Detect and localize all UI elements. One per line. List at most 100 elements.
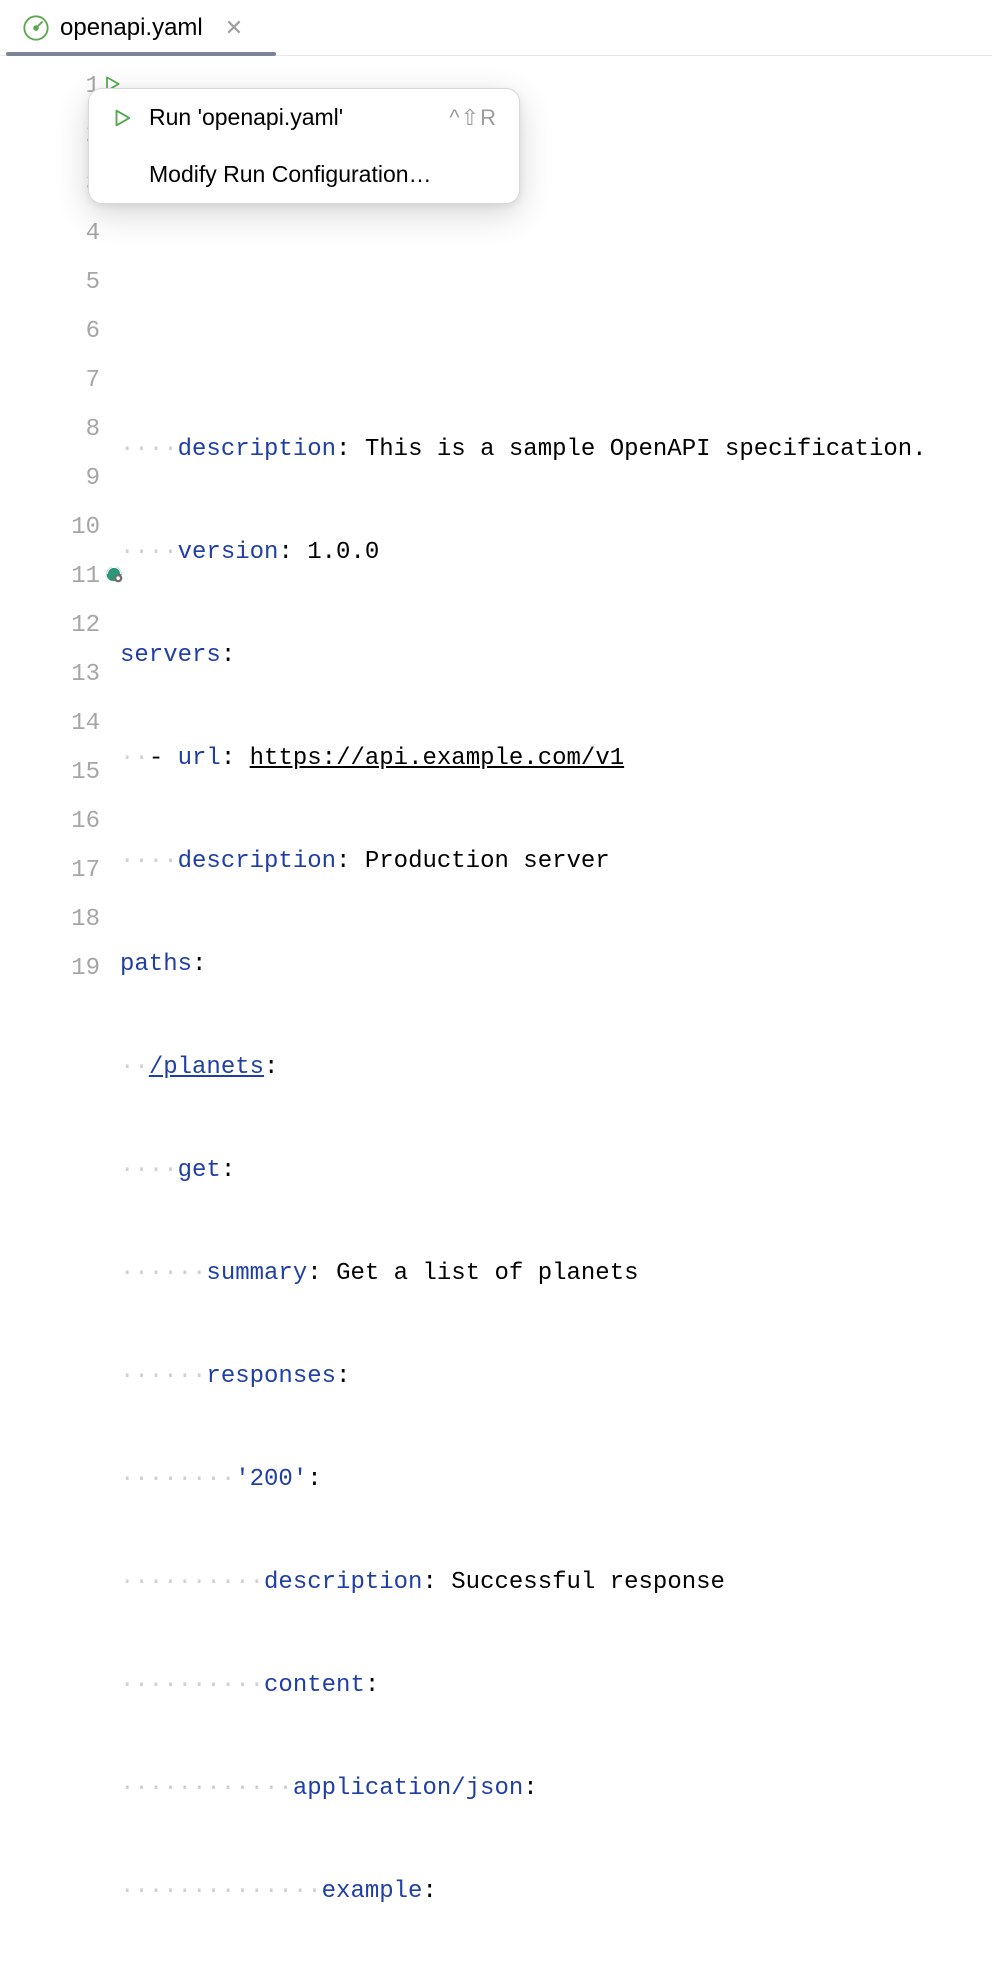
indent-dots: ···· — [120, 436, 178, 463]
yaml-key: get — [178, 1157, 221, 1184]
gutter-row[interactable]: 19 — [0, 944, 120, 993]
tab-openapi[interactable]: openapi.yaml ✕ — [6, 1, 259, 55]
code-line: ······responses: — [120, 1352, 992, 1401]
line-number: 8 — [56, 416, 100, 443]
gutter-row[interactable]: 13 — [0, 650, 120, 699]
code-line: ······summary: Get a list of planets — [120, 1249, 992, 1298]
gutter-row[interactable]: 15 — [0, 748, 120, 797]
indent-dots: ·· — [120, 1054, 149, 1081]
code-line: ··············example: — [120, 1867, 992, 1916]
line-number: 12 — [56, 612, 100, 639]
yaml-value: This is a sample OpenAPI specification. — [365, 436, 927, 463]
line-number: 15 — [56, 759, 100, 786]
menu-item-label: Run 'openapi.yaml' — [149, 104, 343, 131]
indent-dots: ·········· — [120, 1672, 264, 1699]
gutter-row[interactable]: 5 — [0, 258, 120, 307]
code-line — [120, 219, 992, 268]
indent-dots: ···· — [120, 848, 178, 875]
line-number: 9 — [56, 465, 100, 492]
gutter-row[interactable]: 4 — [0, 209, 120, 258]
yaml-key: url — [178, 745, 221, 772]
gutter-row[interactable]: 17 — [0, 846, 120, 895]
yaml-path-key[interactable]: /planets — [149, 1054, 264, 1081]
yaml-key: servers — [120, 642, 221, 669]
line-number: 16 — [56, 808, 100, 835]
line-number: 13 — [56, 661, 100, 688]
menu-item-run[interactable]: Run 'openapi.yaml' ^⇧R — [89, 89, 519, 146]
code-line: ····version: 1.0.0 — [120, 528, 992, 577]
yaml-key: paths — [120, 951, 192, 978]
yaml-key: example — [322, 1878, 423, 1905]
gutter-row[interactable]: 9 — [0, 454, 120, 503]
yaml-value: Get a list of planets — [336, 1260, 638, 1287]
indent-dots: ······ — [120, 1260, 206, 1287]
colon: : — [221, 745, 250, 772]
line-number: 17 — [56, 857, 100, 884]
yaml-value: Production server — [365, 848, 610, 875]
indent-dots: ·········· — [120, 1569, 264, 1596]
dash: - — [149, 745, 178, 772]
colon: : — [278, 539, 307, 566]
gutter-row[interactable]: 14 — [0, 699, 120, 748]
tab-bar: openapi.yaml ✕ — [0, 0, 992, 56]
gutter-row[interactable]: 10 — [0, 503, 120, 552]
yaml-value: 1.0.0 — [307, 539, 379, 566]
line-number: 7 — [56, 367, 100, 394]
indent-dots: ···· — [120, 539, 178, 566]
gutter-row[interactable]: 7 — [0, 356, 120, 405]
line-number: 4 — [56, 220, 100, 247]
colon: : — [336, 1363, 350, 1390]
yaml-key: description — [178, 848, 336, 875]
gutter-row[interactable]: 6 — [0, 307, 120, 356]
yaml-key: summary — [206, 1260, 307, 1287]
menu-item-modify-run-config[interactable]: Modify Run Configuration… — [89, 146, 519, 203]
code-line: ··········content: — [120, 1661, 992, 1710]
gutter-row[interactable]: 11 — [0, 552, 120, 601]
menu-item-label: Modify Run Configuration… — [149, 161, 432, 188]
yaml-url-value[interactable]: https://api.example.com/v1 — [250, 745, 624, 772]
indent-dots: ······ — [120, 1363, 206, 1390]
indent-dots: ············ — [120, 1775, 293, 1802]
yaml-key: description — [178, 436, 336, 463]
gutter-row[interactable]: 8 — [0, 405, 120, 454]
yaml-key: description — [264, 1569, 422, 1596]
indent-dots: ···· — [120, 1157, 178, 1184]
yaml-key: application/json — [293, 1775, 523, 1802]
indent-dots: ·· — [120, 745, 149, 772]
yaml-value: Successful response — [451, 1569, 725, 1596]
code-line: ··········description: Successful respon… — [120, 1558, 992, 1607]
code-line: servers: — [120, 631, 992, 680]
code-line: ····get: — [120, 1146, 992, 1195]
code-line: ················- $ref: '#/components/sc… — [120, 1970, 992, 1976]
code-line: ····description: This is a sample OpenAP… — [120, 425, 992, 474]
code-line: paths: — [120, 940, 992, 989]
close-tab-icon[interactable]: ✕ — [225, 15, 243, 41]
yaml-key: responses — [206, 1363, 336, 1390]
line-number: 18 — [56, 906, 100, 933]
colon: : — [192, 951, 206, 978]
colon: : — [523, 1775, 537, 1802]
colon: : — [221, 1157, 235, 1184]
indent-dots: ·············· — [120, 1878, 322, 1905]
gutter-row[interactable]: 18 — [0, 895, 120, 944]
menu-item-shortcut: ^⇧R — [449, 105, 497, 131]
colon: : — [221, 642, 235, 669]
gutter-row[interactable]: 12 — [0, 601, 120, 650]
yaml-key: '200' — [235, 1466, 307, 1493]
line-number: 11 — [56, 563, 100, 590]
colon: : — [365, 1672, 379, 1699]
tab-title: openapi.yaml — [60, 14, 203, 42]
openapi-file-icon — [22, 14, 50, 42]
colon: : — [336, 436, 365, 463]
code-line: ··- url: https://api.example.com/v1 — [120, 734, 992, 783]
line-number: 5 — [56, 269, 100, 296]
run-context-menu: Run 'openapi.yaml' ^⇧R Modify Run Config… — [88, 88, 520, 204]
code-line: ··/planets: — [120, 1043, 992, 1092]
gutter-row[interactable]: 16 — [0, 797, 120, 846]
code-line: ········'200': — [120, 1455, 992, 1504]
colon: : — [307, 1260, 336, 1287]
code-line: ····description: Production server — [120, 837, 992, 886]
code-line — [120, 322, 992, 371]
code-line: ············application/json: — [120, 1764, 992, 1813]
line-number: 19 — [56, 955, 100, 982]
